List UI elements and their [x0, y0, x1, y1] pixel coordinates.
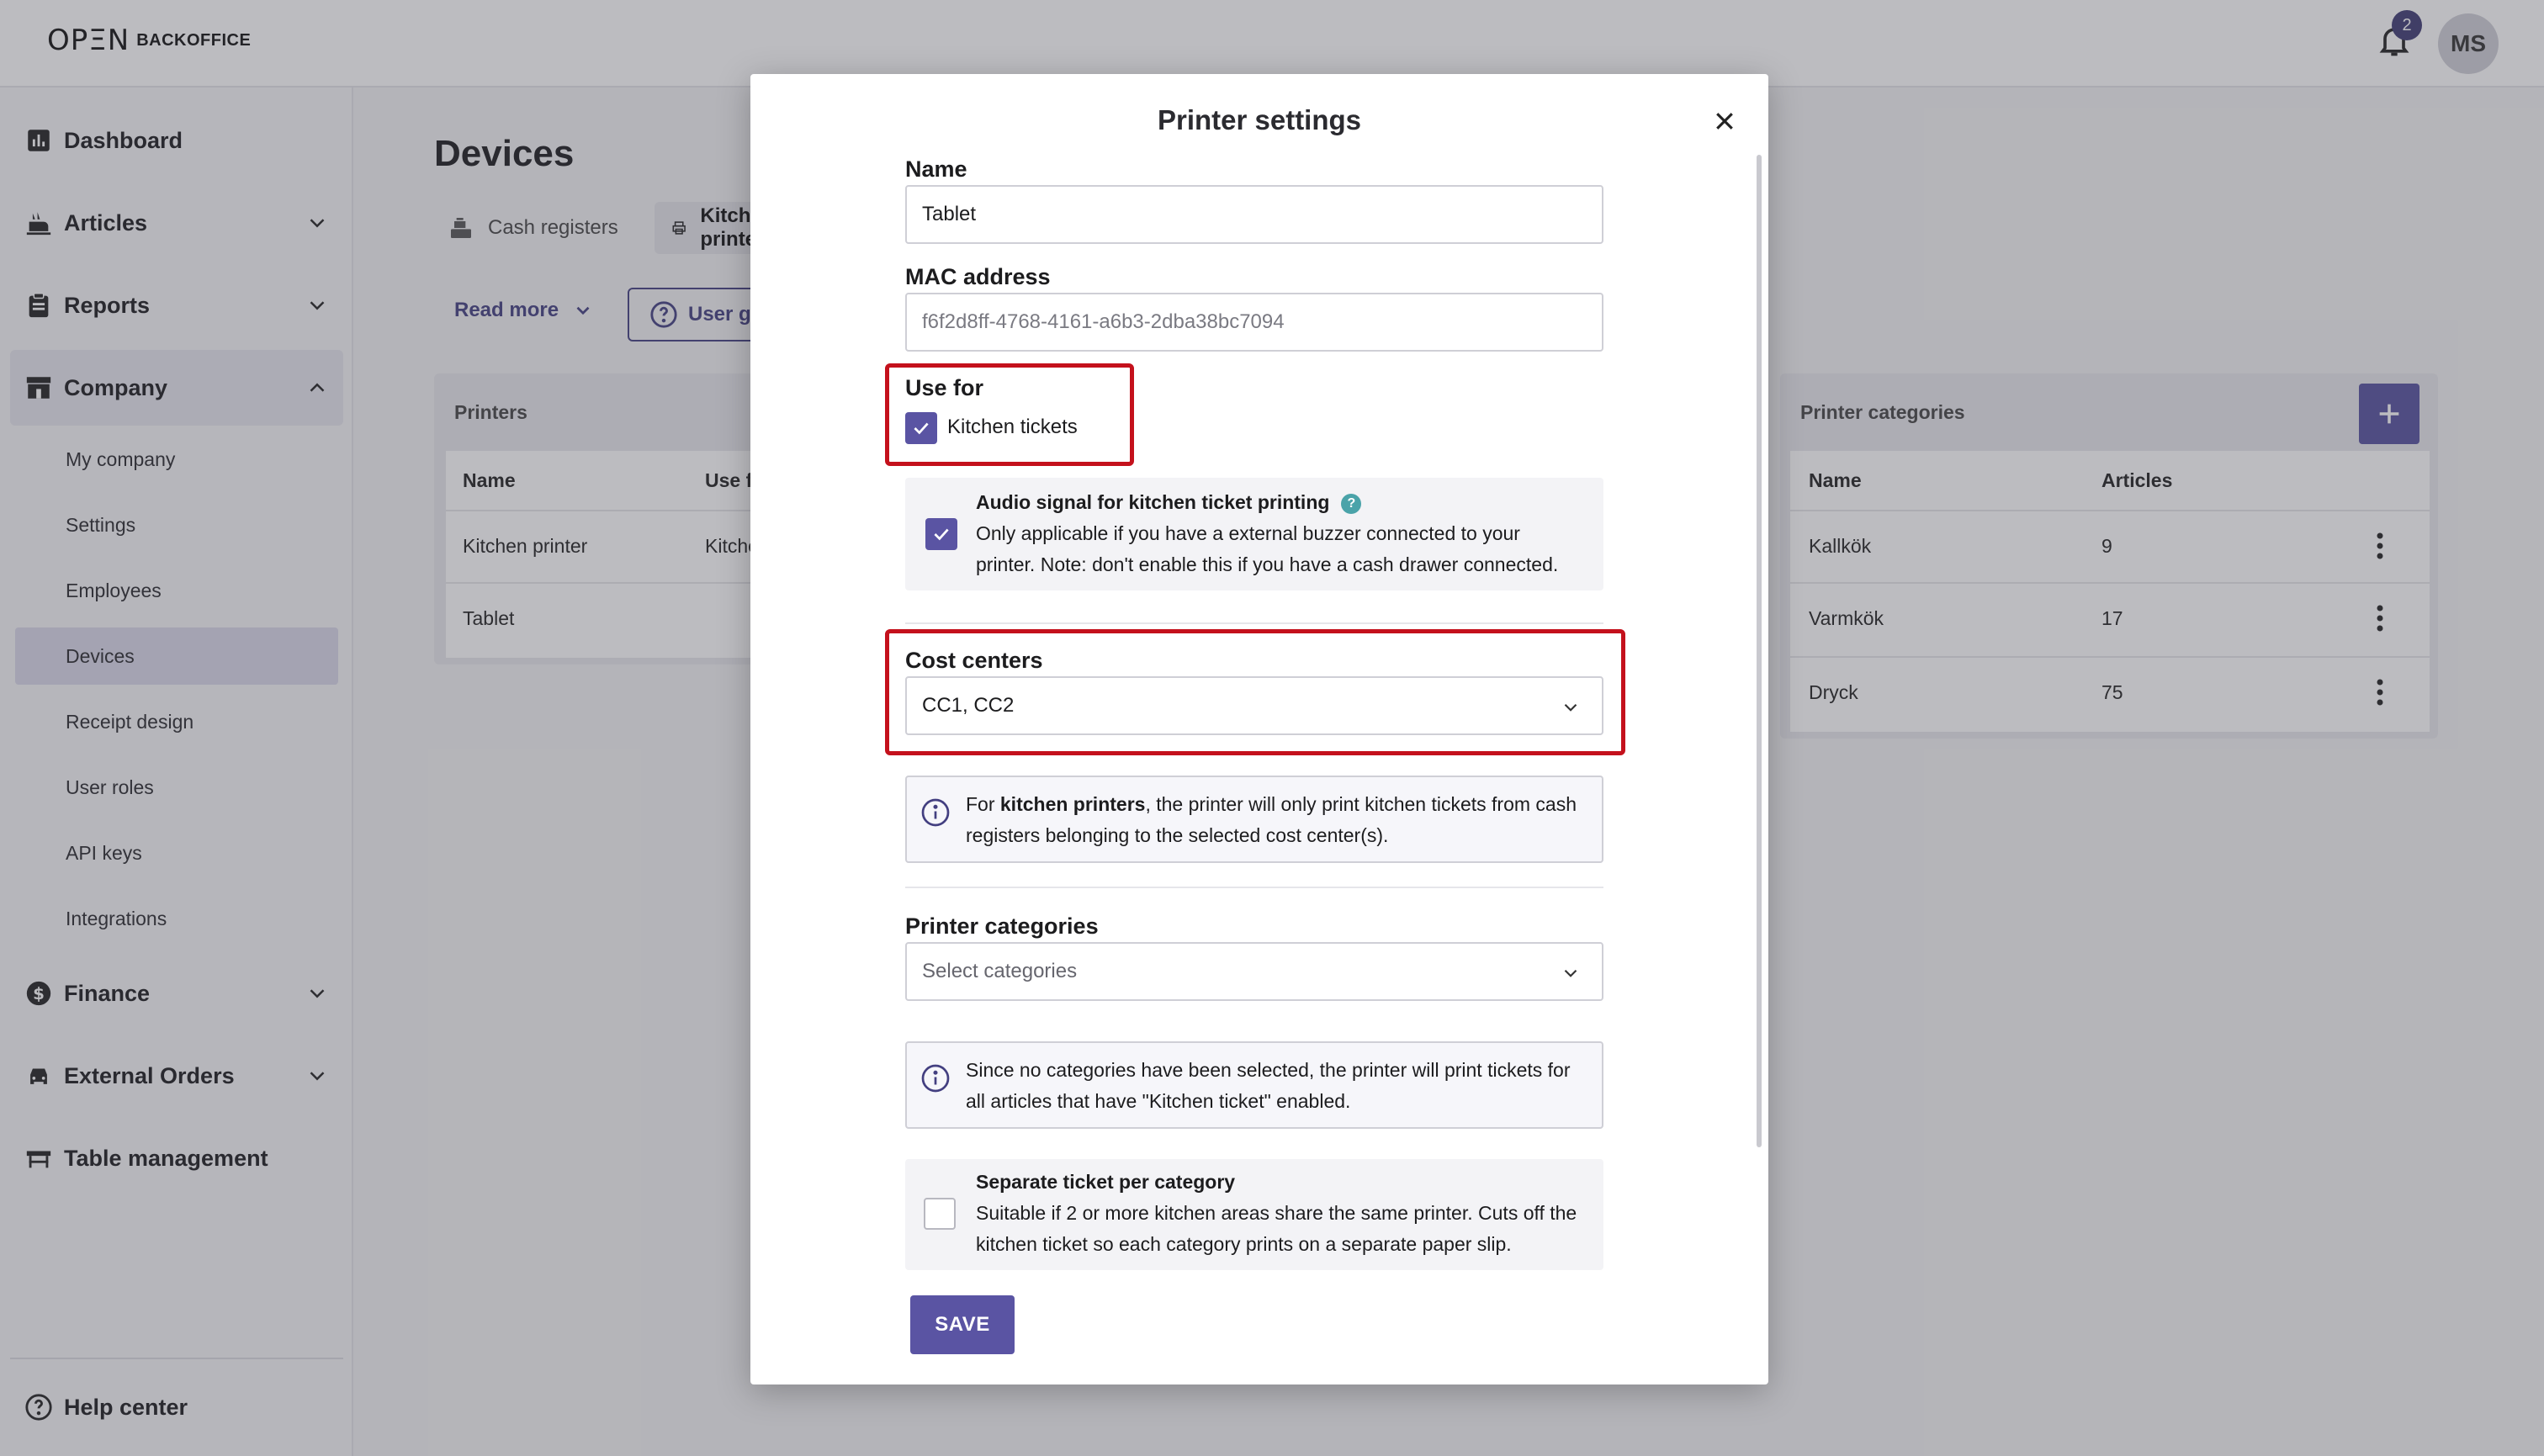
chevron-down-icon [1564, 703, 1577, 712]
save-button[interactable]: SAVE [910, 1295, 1015, 1354]
divider [905, 887, 1603, 888]
help-icon[interactable]: ? [1341, 494, 1362, 514]
separate-ticket-title: Separate ticket per category [976, 1171, 1236, 1193]
audio-signal-panel: Audio signal for kitchen ticket printing… [905, 478, 1603, 590]
separate-ticket-panel: Separate ticket per category Suitable if… [905, 1159, 1603, 1270]
divider [905, 622, 1603, 624]
info-text-part: For [966, 793, 1000, 815]
info-icon [921, 1064, 950, 1093]
close-button[interactable] [1703, 99, 1746, 143]
separate-ticket-checkbox[interactable] [924, 1198, 956, 1230]
printer-categories-label: Printer categories [905, 913, 1099, 939]
name-input[interactable]: Tablet [905, 185, 1603, 244]
cost-centers-info-text: For kitchen printers, the printer will o… [966, 789, 1588, 851]
name-value: Tablet [922, 203, 977, 225]
audio-signal-text: Only applicable if you have a external b… [976, 522, 1559, 575]
mac-address-label: MAC address [905, 264, 1051, 289]
audio-signal-checkbox[interactable] [925, 518, 957, 550]
check-icon [914, 422, 929, 435]
info-text-bold: kitchen printers [999, 793, 1146, 815]
name-label: Name [905, 156, 967, 182]
cost-centers-info: For kitchen printers, the printer will o… [905, 776, 1603, 863]
close-icon [1716, 113, 1733, 130]
modal-title: Printer settings [1157, 104, 1362, 135]
separate-ticket-text: Suitable if 2 or more kitchen areas shar… [976, 1202, 1577, 1255]
mac-address-value: f6f2d8ff-4768-4161-a6b3-2dba38bc7094 [922, 310, 1285, 333]
check-icon [934, 528, 949, 541]
printer-categories-info-text: Since no categories have been selected, … [966, 1059, 1571, 1112]
printer-settings-modal: Printer settings Name Tablet MAC address… [750, 74, 1768, 1385]
audio-signal-title: Audio signal for kitchen ticket printing… [976, 491, 1362, 514]
app-root: ΟΡΞΝ BACKOFFICE 2 MS Dashboard Articles [0, 0, 2544, 1456]
cost-centers-select[interactable]: CC1, CC2 [905, 676, 1603, 735]
chevron-down-icon [1564, 969, 1577, 977]
kitchen-tickets-checkbox[interactable] [905, 412, 937, 444]
info-icon [921, 798, 950, 827]
cost-centers-value: CC1, CC2 [922, 694, 1015, 717]
printer-categories-select[interactable]: Select categories [905, 942, 1603, 1001]
kitchen-tickets-label: Kitchen tickets [947, 416, 1078, 438]
printer-categories-placeholder: Select categories [922, 960, 1078, 982]
scrollbar[interactable] [1757, 155, 1762, 1147]
cost-centers-label: Cost centers [905, 648, 1043, 673]
use-for-label: Use for [905, 375, 984, 400]
mac-address-field: f6f2d8ff-4768-4161-a6b3-2dba38bc7094 [905, 293, 1603, 352]
audio-signal-title-text: Audio signal for kitchen ticket printing [976, 491, 1330, 513]
printer-categories-info: Since no categories have been selected, … [905, 1041, 1603, 1129]
